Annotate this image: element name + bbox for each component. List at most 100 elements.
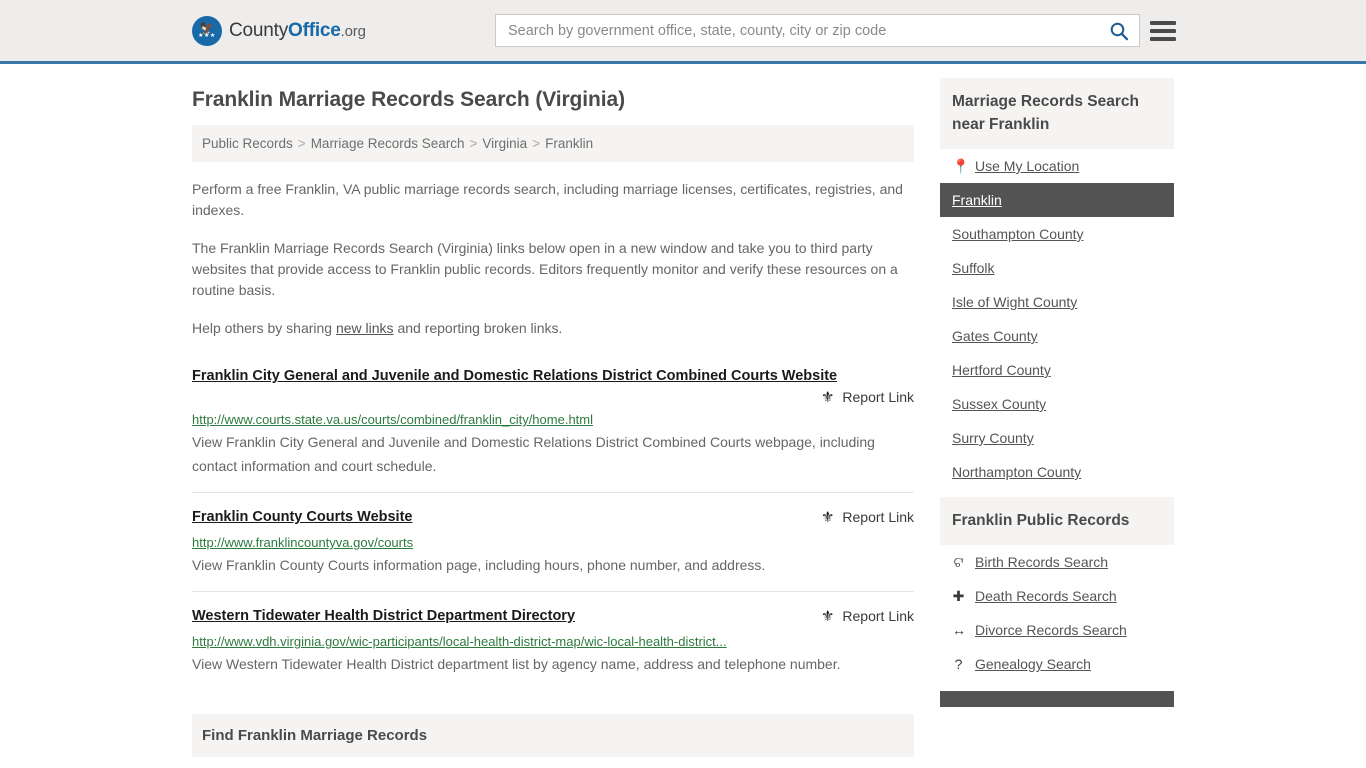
sidebar-item-label: Gates County — [952, 328, 1038, 344]
list-item: Suffolk — [940, 251, 1174, 285]
search-bar[interactable] — [495, 14, 1140, 47]
help-suffix: and reporting broken links. — [393, 320, 563, 336]
hamburger-menu-icon[interactable] — [1150, 19, 1176, 43]
site-logo[interactable]: 🦅 ★★★ CountyOffice.org — [192, 15, 366, 46]
sidebar-item-label: Franklin — [952, 192, 1002, 208]
nearby-search-list: 📍 Use My Location Franklin Southampton C… — [940, 149, 1174, 489]
result-title-link[interactable]: Franklin City General and Juvenile and D… — [192, 366, 837, 387]
breadcrumb-item-1[interactable]: Marriage Records Search — [311, 136, 465, 151]
breadcrumb: Public Records > Marriage Records Search > V… — [192, 125, 914, 162]
breadcrumb-item-2[interactable]: Virginia — [482, 136, 527, 151]
list-item: Sussex County — [940, 387, 1174, 421]
cross-icon: ✚ — [952, 588, 965, 604]
sidebar-item-suffolk[interactable]: Suffolk — [940, 251, 1174, 285]
sidebar-item-hertford-county[interactable]: Hertford County — [940, 353, 1174, 387]
sidebar-item-northampton-county[interactable]: Northampton County — [940, 455, 1174, 489]
sidebar-item-isle-of-wight-county[interactable]: Isle of Wight County — [940, 285, 1174, 319]
list-item: ଟ Birth Records Search — [940, 545, 1174, 579]
brand-office: Office — [288, 19, 341, 41]
sidebar-item-gates-county[interactable]: Gates County — [940, 319, 1174, 353]
public-records-card: Franklin Public Records ଟ Birth Records … — [940, 497, 1174, 707]
result-description: View Franklin City General and Juvenile … — [192, 434, 875, 474]
sidebar-item-label: Isle of Wight County — [952, 294, 1078, 310]
breadcrumb-item-0[interactable]: Public Records — [202, 136, 293, 151]
result-description: View Western Tidewater Health District d… — [192, 656, 841, 672]
list-item: Hertford County — [940, 353, 1174, 387]
search-button[interactable] — [1099, 15, 1139, 46]
help-paragraph: Help others by sharing new links and rep… — [192, 318, 914, 339]
result-title-link[interactable]: Franklin County Courts Website — [192, 507, 412, 528]
sidebar-item-label: Northampton County — [952, 464, 1082, 480]
list-item: ✚ Death Records Search — [940, 579, 1174, 613]
list-item: 📍 Use My Location — [940, 149, 1174, 183]
list-item: Southampton County — [940, 217, 1174, 251]
use-my-location-label: Use My Location — [975, 158, 1080, 174]
intro-paragraph-2: The Franklin Marriage Records Search (Vi… — [192, 240, 898, 298]
sidebar-item-southampton-county[interactable]: Southampton County — [940, 217, 1174, 251]
list-item: ↔ Divorce Records Search — [940, 613, 1174, 647]
broken-link-icon: ⚜ — [820, 508, 835, 526]
result-item: Franklin County Courts Website ⚜ Report … — [192, 507, 914, 592]
sidebar-item-sussex-county[interactable]: Sussex County — [940, 387, 1174, 421]
public-records-heading: Franklin Public Records — [940, 497, 1174, 545]
report-link-label: Report Link — [842, 608, 914, 624]
brand-county: County — [229, 19, 289, 41]
sidebar-item-divorce-records-search[interactable]: ↔ Divorce Records Search — [940, 613, 1174, 647]
result-title-link[interactable]: Western Tidewater Health District Depart… — [192, 606, 575, 627]
broken-link-icon: ⚜ — [820, 607, 835, 625]
sidebar-item-label: Genealogy Search — [975, 656, 1091, 672]
breadcrumb-separator: > — [469, 136, 478, 151]
page-title: Franklin Marriage Records Search (Virgin… — [192, 88, 625, 111]
result-url[interactable]: http://www.courts.state.va.us/courts/com… — [192, 411, 914, 429]
result-item: Western Tidewater Health District Depart… — [192, 606, 914, 690]
menu-bar-1 — [1150, 20, 1176, 25]
sidebar-item-birth-records-search[interactable]: ଟ Birth Records Search — [940, 545, 1174, 579]
result-url[interactable]: http://www.franklincountyva.gov/courts — [192, 534, 914, 552]
sidebar-item-label: Sussex County — [952, 396, 1047, 412]
sidebar-item-death-records-search[interactable]: ✚ Death Records Search — [940, 579, 1174, 613]
menu-bar-2 — [1150, 28, 1176, 33]
double-arrow-icon: ↔ — [952, 622, 966, 638]
list-item: Northampton County — [940, 455, 1174, 489]
result-url[interactable]: http://www.vdh.virginia.gov/wic-particip… — [192, 633, 914, 651]
brand-text: CountyOffice.org — [229, 20, 366, 42]
search-icon — [1110, 22, 1129, 40]
nearby-search-card: Marriage Records Search near Franklin 📍 … — [940, 78, 1174, 489]
results-list: Franklin City General and Juvenile and D… — [192, 366, 914, 690]
site-header: 🦅 ★★★ CountyOffice.org — [0, 0, 1366, 64]
breadcrumb-item-3[interactable]: Franklin — [545, 136, 593, 151]
page-container: Franklin Marriage Records Search (Virgin… — [0, 64, 1366, 768]
intro-paragraph-1: Perform a free Franklin, VA public marri… — [192, 181, 903, 218]
result-description: View Franklin County Courts information … — [192, 557, 766, 573]
broken-link-icon: ⚜ — [820, 388, 835, 406]
breadcrumb-separator: > — [297, 136, 306, 151]
search-input[interactable] — [496, 22, 1099, 39]
help-prefix: Help others by sharing — [192, 320, 336, 336]
new-links-link[interactable]: new links — [336, 320, 394, 336]
sidebar-next-panel[interactable] — [940, 691, 1174, 707]
report-link-label: Report Link — [842, 389, 914, 405]
list-item: Isle of Wight County — [940, 285, 1174, 319]
nearby-search-heading: Marriage Records Search near Franklin — [940, 78, 1174, 149]
map-pin-icon: 📍 — [952, 158, 970, 174]
sidebar: Marriage Records Search near Franklin 📍 … — [940, 64, 1174, 768]
sidebar-item-label: Surry County — [952, 430, 1034, 446]
sidebar-item-franklin[interactable]: Franklin — [940, 183, 1174, 217]
sidebar-item-label: Birth Records Search — [975, 554, 1109, 570]
sidebar-item-surry-county[interactable]: Surry County — [940, 421, 1174, 455]
find-records-header: Find Franklin Marriage Records — [192, 714, 914, 757]
sidebar-item-label: Suffolk — [952, 260, 995, 276]
sidebar-item-genealogy-search[interactable]: ? Genealogy Search — [940, 647, 1174, 681]
menu-bar-3 — [1150, 36, 1176, 41]
result-header: Franklin County Courts Website ⚜ Report … — [192, 507, 914, 528]
question-mark-icon: ? — [954, 656, 963, 672]
report-link-button[interactable]: ⚜ Report Link — [821, 507, 914, 525]
result-header: Franklin City General and Juvenile and D… — [192, 366, 914, 405]
list-item: Gates County — [940, 319, 1174, 353]
sidebar-item-label: Hertford County — [952, 362, 1051, 378]
report-link-button[interactable]: ⚜ Report Link — [821, 387, 914, 405]
report-link-button[interactable]: ⚜ Report Link — [821, 606, 914, 624]
breadcrumb-separator: > — [532, 136, 541, 151]
use-my-location-item[interactable]: 📍 Use My Location — [940, 149, 1174, 183]
find-records-heading: Find Franklin Marriage Records — [202, 727, 428, 744]
